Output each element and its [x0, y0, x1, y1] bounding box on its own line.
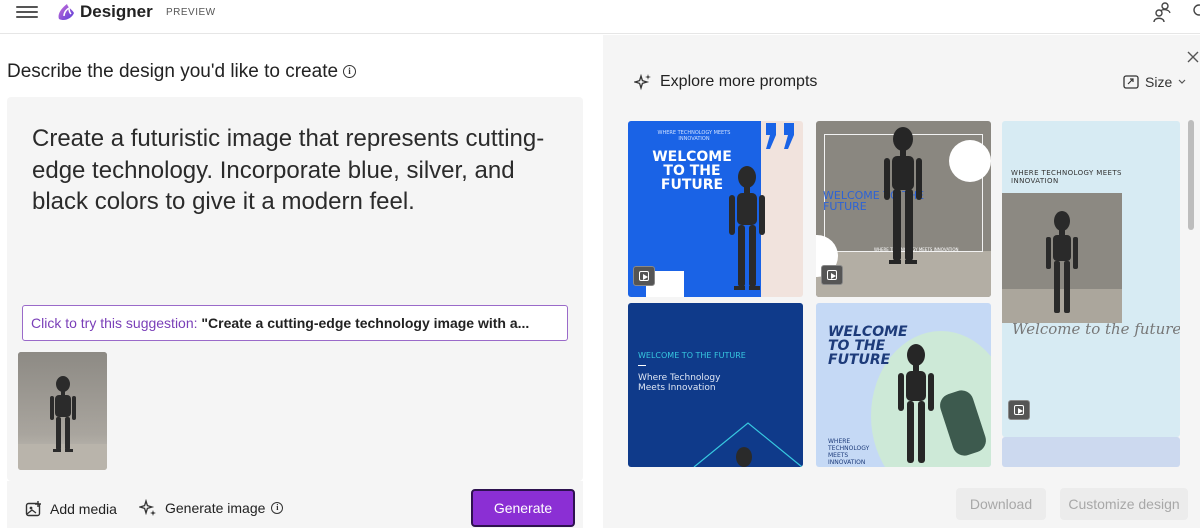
- top-bar: Designer PREVIEW: [0, 0, 1200, 34]
- panel-heading: Describe the design you'd like to create…: [7, 61, 357, 83]
- add-media-label: Add media: [50, 501, 117, 517]
- generate-image-label: Generate image: [165, 500, 266, 516]
- download-button[interactable]: Download: [956, 488, 1046, 520]
- close-icon[interactable]: [1186, 50, 1200, 64]
- design-card[interactable]: WHERE TECHNOLOGY MEETS INNOVATION Welcom…: [1002, 121, 1180, 437]
- preview-badge: PREVIEW: [166, 7, 216, 18]
- info-icon[interactable]: i: [343, 65, 357, 79]
- size-label: Size: [1145, 74, 1173, 90]
- describe-panel: Describe the design you'd like to create…: [0, 35, 600, 528]
- panel-heading-text: Describe the design you'd like to create: [7, 61, 339, 82]
- video-badge-icon: [1008, 400, 1030, 420]
- design-card[interactable]: WHERE TECHNOLOGY MEETS INNOVATION WELCOM…: [628, 121, 803, 297]
- prompt-toolbar: Add media Generate image i Generate: [7, 481, 583, 528]
- card-kicker: WHERE TECHNOLOGY MEETS INNOVATION: [657, 130, 731, 142]
- card-kicker: WHERE TECHNOLOGY MEETS INNOVATION: [828, 438, 870, 466]
- add-media-button[interactable]: Add media: [25, 500, 117, 518]
- uploaded-media-thumbnail[interactable]: [18, 352, 107, 470]
- card-script: Welcome to the future: [1012, 320, 1180, 338]
- size-dropdown[interactable]: Size: [1123, 73, 1187, 91]
- robot-image: [884, 127, 922, 264]
- designer-logo-icon: [58, 4, 74, 21]
- resize-icon: [1123, 75, 1139, 89]
- chevron-down-icon: [1178, 79, 1186, 84]
- robot-image: [729, 166, 765, 290]
- card-subtitle: Where Technology Meets Innovation: [638, 373, 721, 394]
- prompt-text[interactable]: Create a futuristic image that represent…: [32, 123, 562, 218]
- design-card[interactable]: WELCOME TO THE FUTURE WHERE TECHNOLOGY M…: [816, 303, 991, 467]
- add-media-icon: [25, 501, 41, 517]
- video-badge-icon: [633, 266, 655, 286]
- design-card[interactable]: WELCOME TO THE FUTURE WHERE TECHNOLOGY M…: [816, 121, 991, 297]
- scrollbar[interactable]: [1188, 120, 1194, 230]
- design-card[interactable]: WELCOME TO THE FUTURE Where Technology M…: [628, 303, 803, 467]
- robot-image: [1046, 211, 1078, 313]
- generate-image-button[interactable]: Generate image i: [139, 499, 284, 517]
- card-kicker: WHERE TECHNOLOGY MEETS INNOVATION: [1011, 169, 1122, 186]
- account-switch-icon[interactable]: [1152, 1, 1172, 23]
- robot-image: [898, 344, 934, 463]
- suggestion-text: "Create a cutting-edge technology image …: [201, 315, 530, 331]
- explore-prompts-label: Explore more prompts: [660, 73, 818, 90]
- app-title: Designer: [80, 2, 153, 21]
- sparkle-icon: [139, 499, 156, 516]
- explore-prompts[interactable]: Explore more prompts: [634, 72, 817, 92]
- generate-button[interactable]: Generate: [471, 489, 575, 527]
- explore-panel: Explore more prompts Size WHERE TECHNOLO…: [603, 35, 1200, 528]
- video-badge-icon: [821, 265, 843, 285]
- suggestion-lead: Click to try this suggestion:: [31, 315, 198, 331]
- suggestion-chip[interactable]: Click to try this suggestion: "Create a …: [22, 305, 568, 341]
- prompt-input[interactable]: Create a futuristic image that represent…: [7, 97, 583, 481]
- card-heading: WELCOME TO THE FUTURE: [638, 351, 746, 360]
- customize-design-button[interactable]: Customize design: [1060, 488, 1188, 520]
- menu-icon[interactable]: [16, 3, 38, 23]
- sparkle-icon: [634, 73, 651, 91]
- robot-image: [736, 447, 752, 467]
- profile-icon[interactable]: [1186, 2, 1200, 22]
- quote-mark-icon: [766, 123, 794, 149]
- design-card[interactable]: [1002, 437, 1180, 467]
- generate-image-info-icon[interactable]: i: [271, 502, 284, 514]
